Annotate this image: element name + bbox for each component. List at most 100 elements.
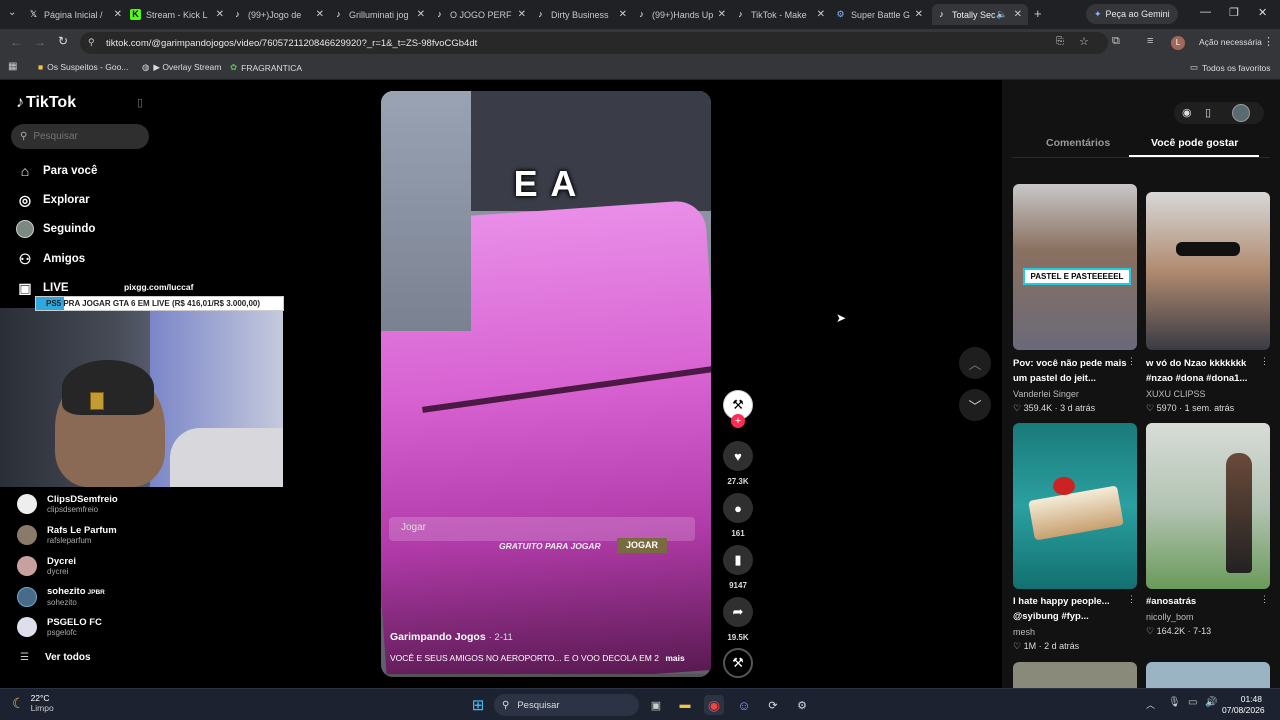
forward-icon[interactable]: → (34, 35, 46, 49)
tab-1[interactable]: K Stream - Kick L ✕ (130, 4, 230, 25)
search-input[interactable] (33, 131, 134, 142)
nav-live[interactable]: ▣ LIVE (16, 279, 68, 297)
video-thumbnail[interactable] (1013, 423, 1137, 589)
next-video-button[interactable]: ﹀ (959, 389, 991, 421)
steam-icon[interactable]: ⚙ (792, 695, 812, 715)
ad-play-button[interactable]: JOGAR (617, 538, 667, 553)
more-options-icon[interactable]: ⋮ (1127, 594, 1136, 605)
taskbar-search[interactable]: ⚲ Pesquisar (494, 694, 639, 716)
tab-3[interactable]: ♪ Grilluminati jog ✕ (333, 4, 431, 25)
nav-explore[interactable]: ◎ Explorar (16, 191, 90, 209)
bookmark-star-icon[interactable]: ☆ (1079, 35, 1089, 48)
card-author[interactable]: Vanderlei Singer (1013, 389, 1079, 399)
card-title[interactable]: I hate happy people... @syibung #fyp... (1013, 594, 1133, 624)
description-more-link[interactable]: mais (665, 653, 684, 663)
following-account[interactable]: Rafs Le Parfum rafsleparfum (17, 525, 117, 545)
like-button[interactable]: ♥ (723, 441, 753, 471)
following-account[interactable]: Dycrei dycrei (17, 556, 76, 576)
microphone-icon[interactable]: 🎙 (1168, 697, 1181, 708)
app-icon[interactable]: ⟳ (763, 695, 783, 715)
following-account[interactable]: sohezito JPBR sohezito (17, 586, 105, 607)
card-title[interactable]: w vó do Nzao kkkkkkk #nzao #dona #dona1.… (1146, 356, 1266, 386)
music-disc[interactable]: ⚒ (723, 648, 753, 678)
card-title[interactable]: #anosatrás (1146, 594, 1266, 609)
comment-button[interactable]: ● (723, 493, 753, 523)
card-author[interactable]: nicolly_bom (1146, 612, 1194, 622)
video-thumbnail[interactable] (1146, 423, 1270, 589)
minimize-icon[interactable]: — (1200, 6, 1211, 18)
more-options-icon[interactable]: ⋮ (1260, 594, 1269, 605)
phone-icon[interactable]: ▯ (1205, 106, 1211, 119)
task-view-icon[interactable]: ▣ (646, 695, 666, 715)
file-explorer-icon[interactable]: ▬ (675, 695, 695, 715)
site-info-icon[interactable]: ⚲ (88, 37, 95, 48)
tab-5[interactable]: ♪ Dirty Business ✕ (535, 4, 633, 25)
search-box[interactable]: ⚲ (11, 124, 149, 149)
menu-dots-icon[interactable]: ⋮ (1263, 35, 1274, 48)
nav-for-you[interactable]: ⌂ Para você (16, 162, 98, 180)
follow-plus-icon[interactable]: + (731, 414, 745, 428)
tab-8[interactable]: ⚙ Super Battle G ✕ (835, 4, 929, 25)
reload-icon[interactable]: ↻ (58, 34, 68, 48)
speaker-icon[interactable]: 🔈 (996, 9, 1007, 20)
more-options-icon[interactable]: ⋮ (1260, 356, 1269, 367)
tab-suggested[interactable]: Você pode gostar (1151, 137, 1238, 149)
close-icon[interactable]: ✕ (316, 9, 324, 20)
tab-6[interactable]: ♪ (99+)Hands Up ✕ (636, 4, 732, 25)
restore-icon[interactable]: ❐ (1229, 6, 1239, 19)
tray-chevron-up-icon[interactable]: ︿ (1146, 698, 1155, 711)
back-icon[interactable]: ← (10, 35, 22, 49)
following-account[interactable]: ClipsDSemfreio clipsdsemfreio (17, 494, 118, 514)
tab-comments[interactable]: Comentários (1046, 137, 1110, 149)
close-icon[interactable]: ✕ (915, 9, 923, 20)
media-icon[interactable]: ≡ (1147, 35, 1153, 47)
close-icon[interactable]: ✕ (817, 9, 825, 20)
see-all-following[interactable]: ☰ Ver todos (17, 652, 91, 663)
tab-search-dropdown-icon[interactable]: ⌄ (8, 7, 16, 18)
nav-friends[interactable]: ⚇ Amigos (16, 250, 85, 268)
card-author[interactable]: XUXU CLIPSS (1146, 389, 1206, 399)
close-icon[interactable]: ✕ (1014, 9, 1022, 20)
extensions-icon[interactable]: ⧉ (1112, 35, 1120, 48)
new-tab-icon[interactable]: + (1034, 6, 1042, 21)
close-icon[interactable]: ✕ (114, 9, 122, 20)
video-thumbnail[interactable] (1013, 662, 1137, 688)
card-author[interactable]: mesh (1013, 627, 1035, 637)
apps-grid-icon[interactable]: ▦ (8, 61, 17, 72)
weather-widget[interactable]: ☾ 22°C Limpo (12, 693, 54, 713)
video-author[interactable]: Garimpando Jogos (390, 631, 486, 643)
all-favorites[interactable]: ▭ Todos os favoritos (1190, 62, 1271, 73)
nav-following[interactable]: Seguindo (16, 220, 95, 238)
video-thumbnail[interactable] (1146, 192, 1270, 350)
video-progress-bar[interactable] (381, 674, 711, 677)
tab-2[interactable]: ♪ (99+)Jogo de ✕ (232, 4, 330, 25)
video-thumbnail[interactable] (1146, 662, 1270, 688)
tab-7[interactable]: ♪ TikTok - Make ✕ (735, 4, 831, 25)
network-icon[interactable]: ▭ (1188, 697, 1197, 708)
profile-avatar[interactable]: L (1171, 36, 1185, 50)
previous-video-button[interactable]: ︿ (959, 347, 991, 379)
close-icon[interactable]: ✕ (417, 9, 425, 20)
bookmark-item[interactable]: ◍ ▶ Overlay Stream (142, 62, 221, 73)
action-needed-button[interactable]: Ação necessária (1199, 37, 1262, 47)
address-bar[interactable]: ⚲ tiktok.com/@garimpandojogos/video/7605… (80, 32, 1108, 54)
install-app-icon[interactable]: ⎘ (1056, 36, 1064, 47)
close-icon[interactable]: ✕ (216, 9, 224, 20)
chrome-icon[interactable]: ◉ (704, 695, 724, 715)
start-icon[interactable]: ⊞ (468, 695, 488, 715)
close-icon[interactable]: ✕ (518, 9, 526, 20)
more-options-icon[interactable]: ⋮ (1127, 356, 1136, 367)
following-account[interactable]: PSGELO FC psgelofc (17, 617, 102, 637)
compass-icon[interactable]: ◉ (1182, 106, 1192, 119)
discord-icon[interactable]: ☺ (734, 695, 754, 715)
tab-0[interactable]: 𝕏 Página Inicial / ✕ (28, 4, 128, 25)
close-icon[interactable]: ✕ (619, 9, 627, 20)
close-icon[interactable]: ✕ (718, 9, 726, 20)
gemini-button[interactable]: ✦ Peça ao Gemini (1086, 4, 1178, 24)
card-title[interactable]: Pov: você não pede mais um pastel do jei… (1013, 356, 1133, 386)
tab-9-active[interactable]: ♪ Totally Sec 🔈 ✕ (932, 4, 1028, 25)
volume-icon[interactable]: 🔊 (1205, 697, 1217, 708)
tiktok-logo[interactable]: ♪ TikTok (16, 94, 76, 112)
collapse-sidebar-icon[interactable]: ▯ (137, 96, 143, 109)
share-button[interactable]: ➦ (723, 597, 753, 627)
